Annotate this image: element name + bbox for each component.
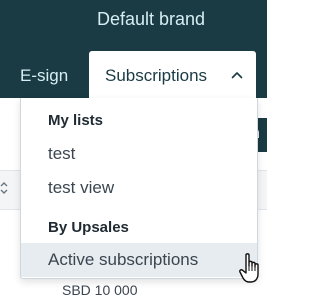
menu-item-label: test view xyxy=(48,178,115,197)
chevron-up-icon xyxy=(231,72,243,79)
group-heading-by-upsales: By Upsales xyxy=(48,219,129,236)
hand-pointer-icon xyxy=(239,253,259,283)
tab-subscriptions-label: Subscriptions xyxy=(105,66,208,85)
menu-item-test-view[interactable]: test view xyxy=(21,171,257,205)
sort-icon[interactable] xyxy=(0,180,8,196)
tab-esign[interactable]: E-sign xyxy=(20,66,68,86)
menu-item-test[interactable]: test xyxy=(21,137,257,171)
tab-subscriptions[interactable]: Subscriptions xyxy=(89,51,256,99)
top-navigation-bar: Default brand E-sign Subscriptions xyxy=(0,0,267,99)
menu-item-label: Active subscriptions xyxy=(48,250,199,269)
background-row-value: SBD 10 000 xyxy=(62,282,138,298)
subscriptions-dropdown-menu: My lists test test view By Upsales Activ… xyxy=(20,98,258,279)
group-heading-my-lists: My lists xyxy=(48,112,104,129)
menu-item-label: test xyxy=(48,144,76,163)
menu-item-active-subscriptions[interactable]: Active subscriptions xyxy=(21,243,257,277)
brand-selector[interactable]: Default brand xyxy=(97,9,205,30)
